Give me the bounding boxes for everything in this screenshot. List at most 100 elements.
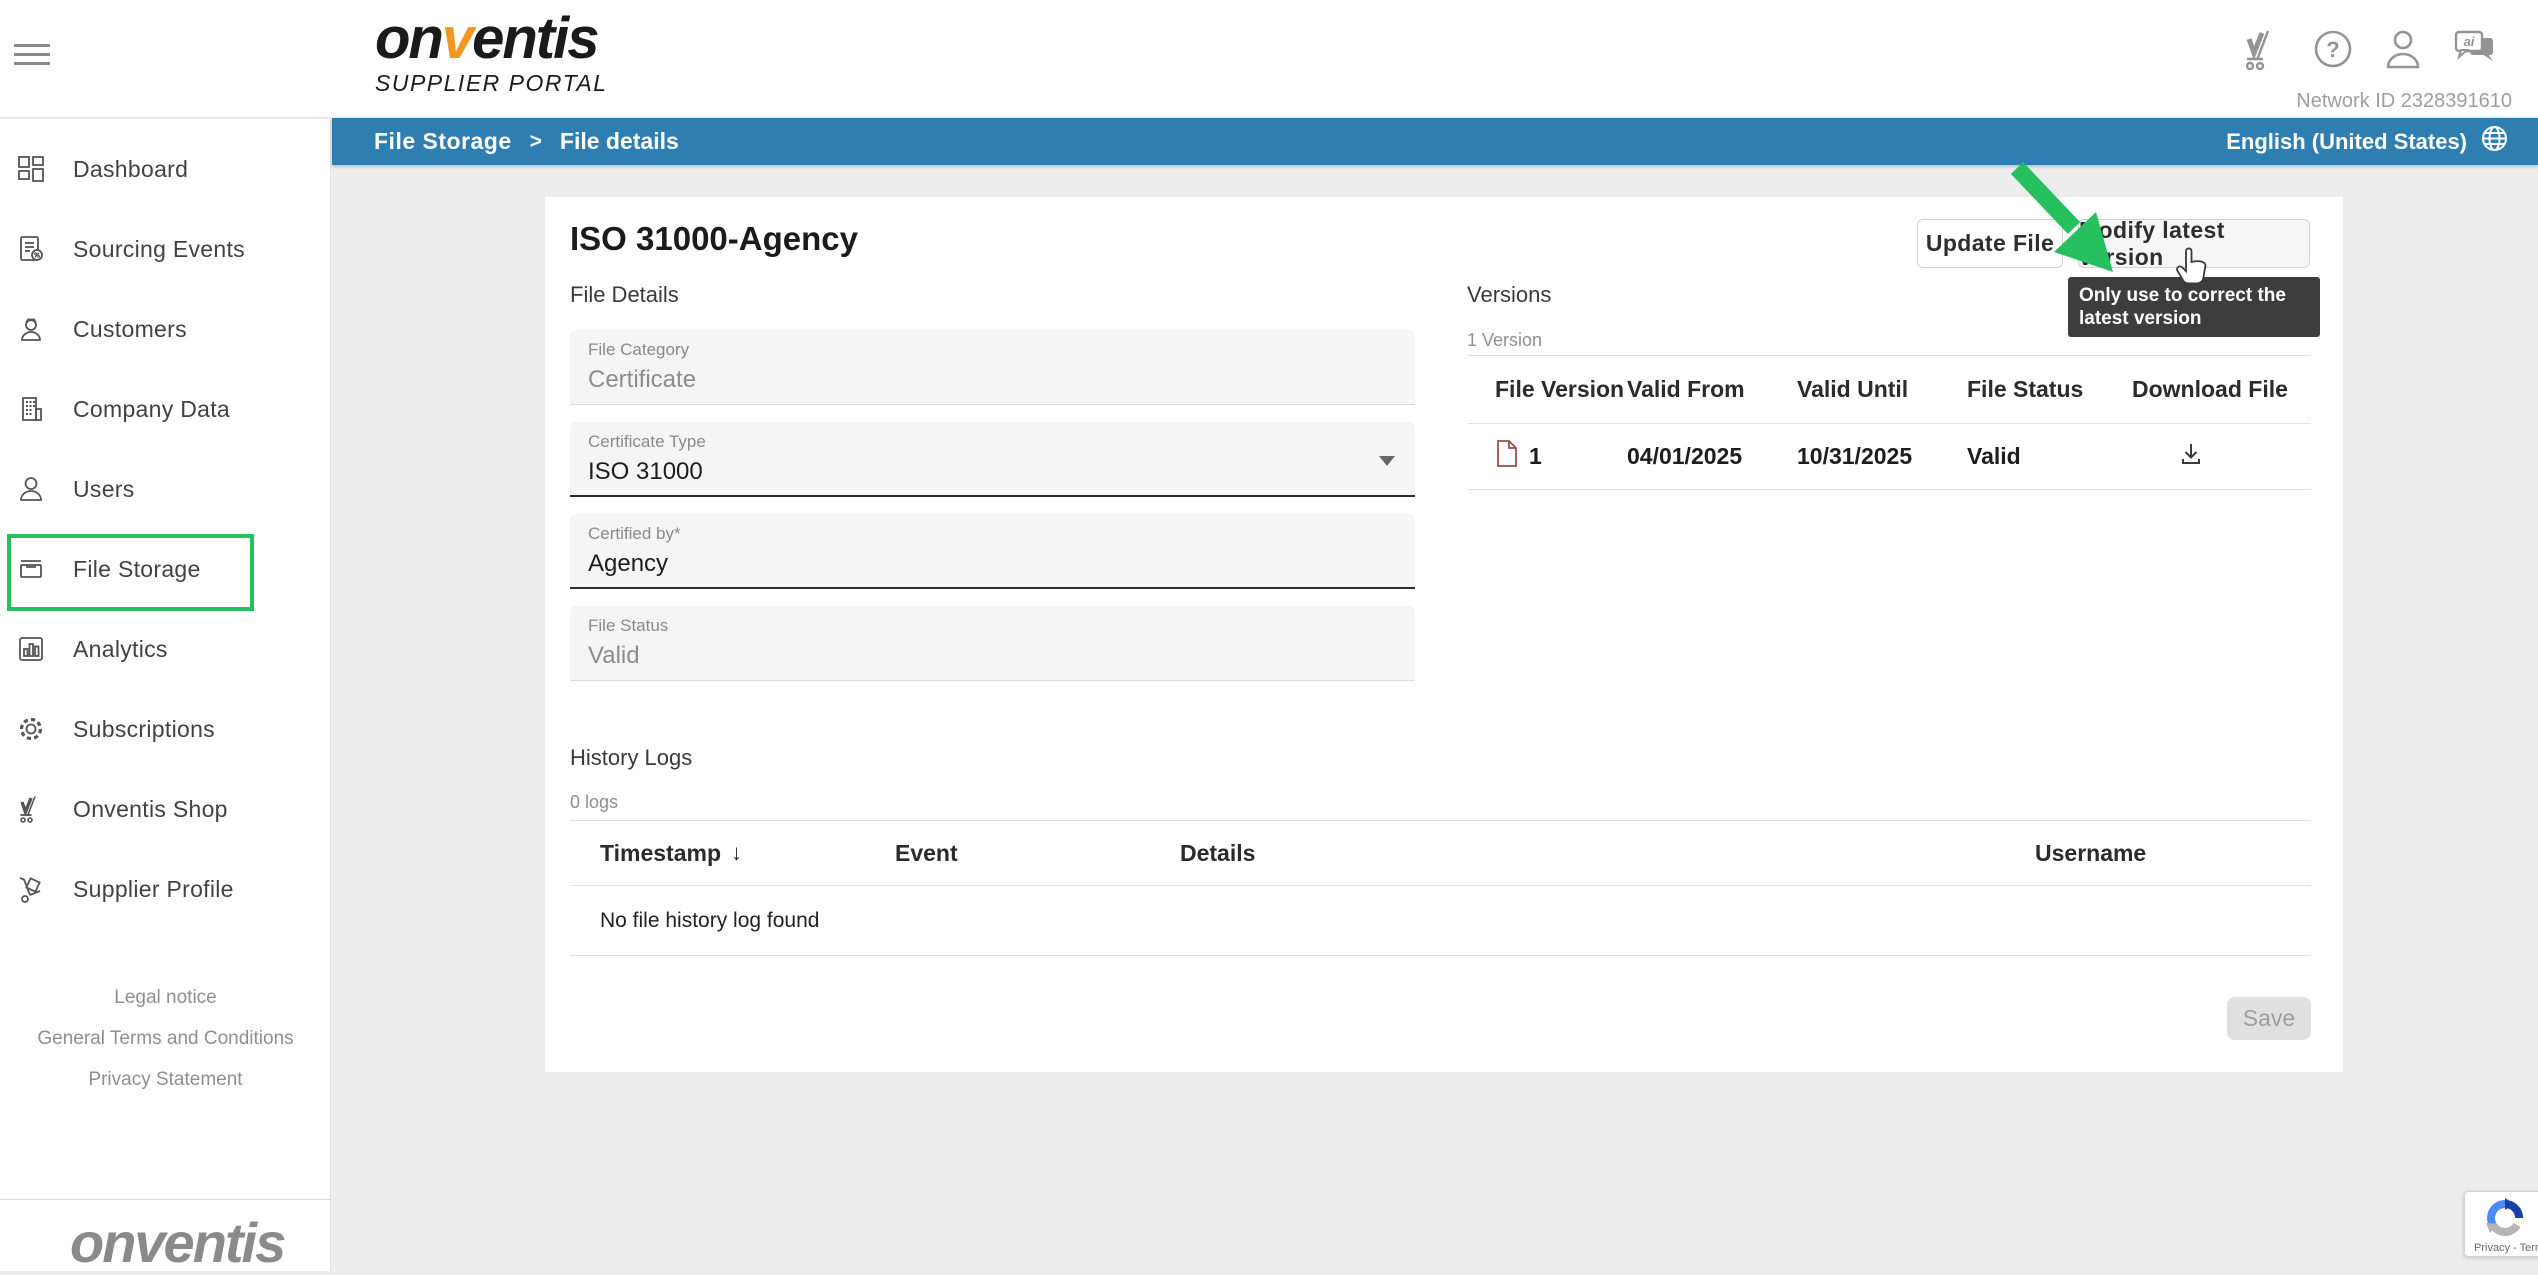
history-logs-count: 0 logs bbox=[570, 792, 618, 813]
sidebar-item-label: Customers bbox=[73, 316, 187, 343]
brand-logo-text: onventis bbox=[375, 10, 608, 68]
version-row: 1 04/01/2025 10/31/2025 Valid bbox=[1467, 424, 2311, 490]
download-icon[interactable] bbox=[2177, 447, 2205, 473]
certificate-type-label: Certificate Type bbox=[588, 432, 706, 452]
version-valid-until: 10/31/2025 bbox=[1797, 443, 1967, 470]
brand-logo: onventis SUPPLIER PORTAL bbox=[375, 10, 608, 97]
col-valid-until: Valid Until bbox=[1797, 376, 1967, 403]
sidebar-nav: Dashboard Sourcing Events bbox=[0, 119, 330, 929]
version-status: Valid bbox=[1967, 443, 2132, 470]
version-valid-from: 04/01/2025 bbox=[1627, 443, 1797, 470]
update-file-button[interactable]: Update File bbox=[1917, 219, 2063, 268]
col-event: Event bbox=[865, 840, 1150, 867]
breadcrumb-bar: File Storage > File details English (Uni… bbox=[332, 118, 2538, 165]
sidebar-item-customers[interactable]: Customers bbox=[0, 289, 330, 369]
col-details: Details bbox=[1150, 840, 2005, 867]
privacy-link[interactable]: Privacy Statement bbox=[0, 1070, 331, 1090]
analytics-icon bbox=[16, 634, 46, 664]
sidebar-item-label: Sourcing Events bbox=[73, 236, 245, 263]
col-file-version: File Version bbox=[1467, 376, 1627, 403]
customers-icon bbox=[16, 314, 46, 344]
sourcing-events-icon bbox=[16, 234, 46, 264]
certified-by-value: Agency bbox=[588, 550, 668, 578]
file-document-icon bbox=[1495, 439, 1519, 474]
versions-table: File Version Valid From Valid Until File… bbox=[1467, 355, 2311, 490]
svg-text:?: ? bbox=[2326, 37, 2339, 62]
sidebar-item-label: Company Data bbox=[73, 396, 230, 423]
breadcrumb-file-storage[interactable]: File Storage bbox=[374, 128, 512, 155]
file-status-value: Valid bbox=[588, 642, 640, 670]
file-category-label: File Category bbox=[588, 340, 689, 360]
hamburger-menu-icon[interactable] bbox=[14, 44, 50, 68]
sidebar-item-label: Analytics bbox=[73, 636, 168, 663]
help-icon[interactable]: ? bbox=[2312, 28, 2354, 70]
sidebar-item-onventis-shop[interactable]: Onventis Shop bbox=[0, 769, 330, 849]
save-button[interactable]: Save bbox=[2227, 997, 2311, 1040]
certificate-type-select[interactable]: Certificate Type ISO 31000 bbox=[570, 422, 1415, 497]
sidebar: Dashboard Sourcing Events bbox=[0, 119, 331, 1271]
file-category-value: Certificate bbox=[588, 366, 696, 394]
history-empty-message: No file history log found bbox=[570, 886, 2311, 956]
history-logs-heading: History Logs bbox=[570, 745, 692, 771]
sidebar-item-sourcing-events[interactable]: Sourcing Events bbox=[0, 209, 330, 289]
sidebar-item-analytics[interactable]: Analytics bbox=[0, 609, 330, 689]
language-selector[interactable]: English (United States) bbox=[2226, 125, 2508, 158]
breadcrumb-file-details: File details bbox=[560, 128, 679, 155]
file-details-heading: File Details bbox=[570, 282, 679, 308]
col-timestamp[interactable]: Timestamp ↓ bbox=[570, 840, 865, 867]
subscriptions-gear-icon bbox=[16, 714, 46, 744]
legal-notice-link[interactable]: Legal notice bbox=[0, 988, 331, 1008]
top-header: onventis SUPPLIER PORTAL ? bbox=[0, 0, 2538, 118]
versions-count: 1 Version bbox=[1467, 330, 1542, 351]
version-number: 1 bbox=[1529, 443, 1542, 470]
sort-descending-icon[interactable]: ↓ bbox=[731, 840, 742, 866]
brand-logo-v: v bbox=[442, 6, 472, 71]
sidebar-item-label: Onventis Shop bbox=[73, 796, 228, 823]
history-table-header: Timestamp ↓ Event Details Username bbox=[570, 821, 2311, 886]
breadcrumb: File Storage > File details bbox=[374, 128, 679, 155]
file-details-form: File Category Certificate Certificate Ty… bbox=[570, 330, 1415, 698]
network-id: Network ID 2328391610 bbox=[2296, 90, 2512, 113]
sidebar-item-label: Subscriptions bbox=[73, 716, 215, 743]
sidebar-footer-links: Legal notice General Terms and Condition… bbox=[0, 988, 331, 1111]
account-icon[interactable] bbox=[2382, 28, 2424, 70]
recaptcha-logo-icon bbox=[2483, 1196, 2527, 1240]
sidebar-item-label: Users bbox=[73, 476, 135, 503]
sidebar-item-label: Dashboard bbox=[73, 156, 188, 183]
file-category-field: File Category Certificate bbox=[570, 330, 1415, 405]
col-valid-from: Valid From bbox=[1627, 376, 1797, 403]
recaptcha-privacy-terms[interactable]: Privacy - Term bbox=[2474, 1242, 2538, 1254]
sidebar-item-users[interactable]: Users bbox=[0, 449, 330, 529]
sidebar-item-subscriptions[interactable]: Subscriptions bbox=[0, 689, 330, 769]
col-download-file: Download File bbox=[2132, 376, 2311, 403]
sidebar-item-label: File Storage bbox=[73, 556, 201, 583]
recaptcha-badge[interactable]: Privacy - Term bbox=[2464, 1191, 2538, 1257]
chat-ai-icon[interactable]: ai bbox=[2452, 28, 2498, 70]
sidebar-item-dashboard[interactable]: Dashboard bbox=[0, 129, 330, 209]
sidebar-item-supplier-profile[interactable]: Supplier Profile bbox=[0, 849, 330, 929]
history-logs-table: Timestamp ↓ Event Details Username No fi… bbox=[570, 820, 2311, 956]
sidebar-item-label: Supplier Profile bbox=[73, 876, 234, 903]
cursor-icon bbox=[2172, 246, 2212, 290]
terms-link[interactable]: General Terms and Conditions bbox=[0, 1029, 331, 1049]
sidebar-item-file-storage[interactable]: File Storage bbox=[0, 529, 330, 609]
globe-icon bbox=[2481, 125, 2508, 158]
svg-text:ai: ai bbox=[2464, 34, 2475, 49]
certificate-type-value: ISO 31000 bbox=[588, 458, 703, 486]
versions-table-header: File Version Valid From Valid Until File… bbox=[1467, 356, 2311, 424]
file-storage-icon bbox=[16, 554, 46, 584]
supplier-profile-icon bbox=[16, 874, 46, 904]
page-title: ISO 31000-Agency bbox=[570, 220, 858, 258]
certified-by-label: Certified by* bbox=[588, 524, 681, 544]
header-icon-group: ? ai bbox=[2240, 28, 2498, 70]
breadcrumb-separator-icon: > bbox=[530, 130, 542, 154]
shop-cart-icon[interactable] bbox=[2240, 28, 2284, 70]
versions-heading: Versions bbox=[1467, 282, 1551, 308]
file-status-label: File Status bbox=[588, 616, 668, 636]
certified-by-input[interactable]: Certified by* Agency bbox=[570, 514, 1415, 589]
brand-logo-subtitle: SUPPLIER PORTAL bbox=[375, 70, 608, 97]
company-data-icon bbox=[16, 394, 46, 424]
chevron-down-icon[interactable] bbox=[1379, 456, 1395, 466]
sidebar-item-company-data[interactable]: Company Data bbox=[0, 369, 330, 449]
users-icon bbox=[16, 474, 46, 504]
